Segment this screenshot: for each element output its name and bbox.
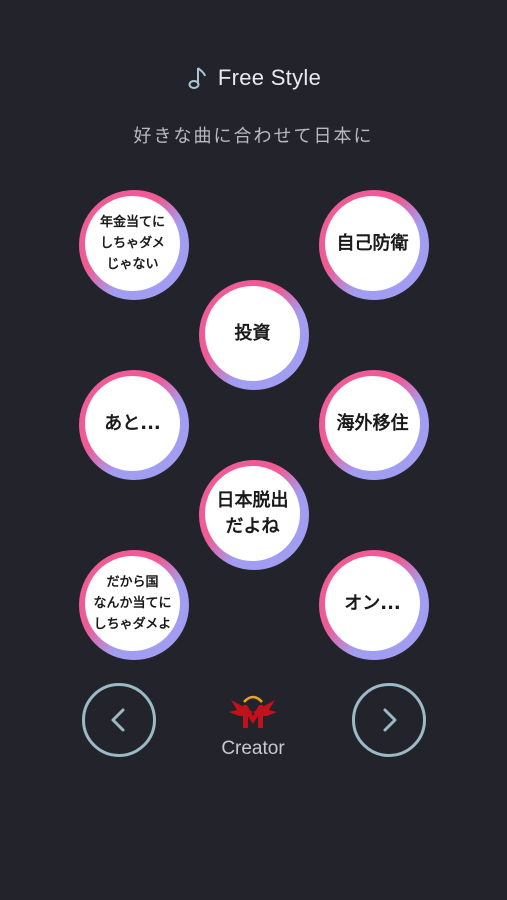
lyric-bubble-6[interactable]: 日本脱出 だよね	[199, 460, 309, 570]
page-title: Free Style	[217, 65, 322, 90]
page-subtitle: 好きな曲に合わせて日本に	[133, 126, 374, 147]
lyric-bubble-label: 年金当てに しちゃダメ じゃない	[85, 196, 180, 291]
lyric-bubble-label: 海外移住	[325, 376, 420, 471]
lyric-bubble-5[interactable]: 海外移住	[319, 370, 429, 480]
header: Free Style	[0, 60, 507, 96]
lyric-bubble-1[interactable]: 年金当てに しちゃダメ じゃない	[79, 190, 189, 300]
chevron-left-icon	[111, 708, 125, 732]
creator-logo-icon	[229, 695, 277, 728]
lyric-bubble-label: オン...	[325, 556, 420, 651]
music-note-icon	[188, 67, 206, 89]
lyric-bubble-3[interactable]: 投資	[199, 280, 309, 390]
lyric-bubble-label: 日本脱出 だよね	[205, 466, 300, 561]
lyric-bubble-7[interactable]: だから国 なんか当てに しちゃダメよ	[79, 550, 189, 660]
chevron-right-icon	[383, 708, 397, 732]
lyric-bubble-label: あと...	[85, 376, 180, 471]
previous-button[interactable]	[82, 683, 156, 757]
lyric-bubble-2[interactable]: 自己防衛	[319, 190, 429, 300]
creator-label: Creator	[221, 738, 285, 759]
lyric-bubble-label: 自己防衛	[325, 196, 420, 291]
lyric-bubble-8[interactable]: オン...	[319, 550, 429, 660]
lyric-bubble-label: だから国 なんか当てに しちゃダメよ	[85, 556, 180, 651]
creator-button[interactable]: Creator	[203, 692, 303, 772]
lyric-bubble-label: 投資	[205, 286, 300, 381]
lyric-bubble-4[interactable]: あと...	[79, 370, 189, 480]
next-button[interactable]	[352, 683, 426, 757]
